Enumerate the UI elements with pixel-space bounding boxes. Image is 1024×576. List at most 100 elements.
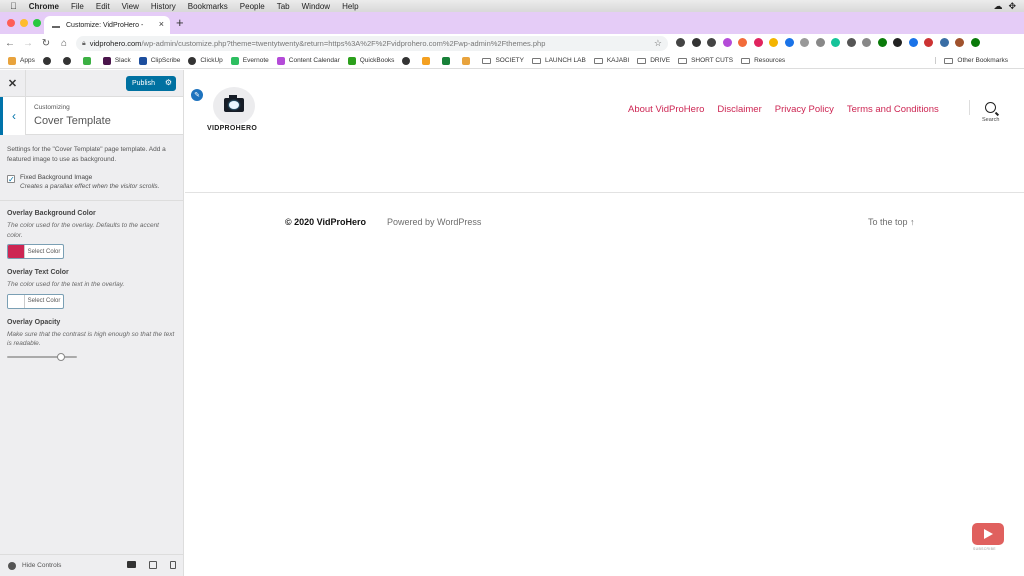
extension-icon[interactable] xyxy=(769,38,778,47)
maximize-window-button[interactable] xyxy=(33,19,41,27)
apple-menu-icon[interactable]:  xyxy=(10,1,17,11)
extension-icon[interactable] xyxy=(738,38,747,47)
extension-icon[interactable] xyxy=(877,38,887,47)
hide-controls-label[interactable]: Hide Controls xyxy=(22,562,61,569)
close-window-button[interactable] xyxy=(7,19,15,27)
primary-menu: About VidProHero Disclaimer Privacy Poli… xyxy=(628,104,939,115)
extension-icon[interactable] xyxy=(924,38,933,47)
overlay-bg-title: Overlay Background Color xyxy=(7,210,96,217)
mobile-preview-icon[interactable] xyxy=(170,561,176,569)
overlay-bg-color-button[interactable]: Select Color xyxy=(7,244,64,259)
new-tab-button[interactable]: + xyxy=(176,15,184,30)
extension-icon[interactable] xyxy=(908,38,918,47)
bookmark-item[interactable]: Apps xyxy=(8,56,35,65)
bookmark-item[interactable] xyxy=(42,56,55,65)
fixed-background-checkbox[interactable]: ✓ xyxy=(7,175,15,184)
bookmark-item[interactable] xyxy=(402,56,414,65)
bookmark-label: ClickUp xyxy=(200,57,223,64)
bookmark-item[interactable]: Content Calendar xyxy=(276,56,340,65)
extension-icon[interactable] xyxy=(893,38,902,47)
menu-edit[interactable]: Edit xyxy=(96,2,110,11)
bookmark-item[interactable] xyxy=(422,56,434,65)
overlay-opacity-slider[interactable] xyxy=(7,352,77,361)
folder-icon xyxy=(678,57,688,64)
extension-icon[interactable] xyxy=(676,38,685,47)
extension-icon[interactable] xyxy=(722,38,732,47)
back-arrow-icon[interactable]: ← xyxy=(2,38,18,49)
close-customizer-icon[interactable]: ✕ xyxy=(0,70,26,97)
publish-button[interactable]: Publish ⚙ xyxy=(126,76,176,91)
menu-people[interactable]: People xyxy=(240,2,265,11)
extension-icon[interactable] xyxy=(862,38,871,47)
bookmark-item[interactable] xyxy=(62,56,75,65)
extension-icon[interactable] xyxy=(800,38,809,47)
menu-bookmarks[interactable]: Bookmarks xyxy=(188,2,228,11)
bookmark-item[interactable]: SHORT CUTS xyxy=(678,57,733,64)
creative-cloud-icon[interactable]: ☁ xyxy=(993,1,1002,12)
nav-disclaimer[interactable]: Disclaimer xyxy=(717,104,761,115)
powered-by-link[interactable]: Powered by WordPress xyxy=(387,217,481,227)
extension-icon[interactable] xyxy=(784,38,794,47)
fixed-background-label[interactable]: Fixed Background Image xyxy=(20,174,159,181)
bookmark-item[interactable]: SOCIETY xyxy=(482,57,524,64)
bookmark-star-icon[interactable]: ☆ xyxy=(654,38,662,49)
to-the-top-link[interactable]: To the top ↑ xyxy=(868,217,915,227)
back-chevron-icon[interactable]: ‹ xyxy=(0,97,26,135)
menu-app-name[interactable]: Chrome xyxy=(29,2,59,11)
address-bar[interactable]: 🔒︎ vidprohero.com /wp-admin/customize.ph… xyxy=(76,36,668,51)
bookmark-item[interactable]: LAUNCH LAB xyxy=(531,57,586,64)
extension-icon[interactable] xyxy=(691,38,701,47)
bookmark-item[interactable]: ClickUp xyxy=(188,56,223,65)
menu-help[interactable]: Help xyxy=(342,2,358,11)
search-toggle[interactable]: Search xyxy=(982,102,999,123)
bookmark-item[interactable]: Resources xyxy=(741,57,785,64)
bookmark-item[interactable] xyxy=(82,56,95,65)
copyright[interactable]: © 2020 VidProHero xyxy=(285,217,366,227)
extension-icon[interactable] xyxy=(753,38,763,47)
menu-history[interactable]: History xyxy=(151,2,176,11)
menu-tab[interactable]: Tab xyxy=(277,2,290,11)
bookmark-item[interactable]: Evernote xyxy=(230,56,269,65)
section-header: ‹ Customizing Cover Template xyxy=(0,97,183,135)
tab-close-icon[interactable]: × xyxy=(159,19,164,29)
bookmark-item[interactable]: Slack xyxy=(102,56,131,65)
tablet-preview-icon[interactable] xyxy=(149,561,157,569)
slider-handle[interactable] xyxy=(56,352,65,361)
reload-icon[interactable]: ↻ xyxy=(38,38,54,49)
nav-about[interactable]: About VidProHero xyxy=(628,104,704,115)
browser-tab[interactable]: Customize: VidProHero - × xyxy=(44,16,170,34)
nav-terms[interactable]: Terms and Conditions xyxy=(847,104,939,115)
dropbox-icon[interactable]: ✥ xyxy=(1008,1,1016,12)
menu-window[interactable]: Window xyxy=(302,2,330,11)
home-icon[interactable]: ⌂ xyxy=(56,38,72,49)
evernote-icon xyxy=(230,56,239,65)
desktop-preview-icon[interactable] xyxy=(127,561,136,568)
bookmark-item[interactable]: KAJABI xyxy=(593,57,629,64)
menu-file[interactable]: File xyxy=(71,2,84,11)
hide-controls-icon[interactable] xyxy=(8,561,16,570)
bookmark-item[interactable] xyxy=(462,56,474,65)
bookmark-label: ClipScribe xyxy=(150,57,181,64)
youtube-subscribe-icon[interactable] xyxy=(972,523,1004,545)
extension-icon[interactable] xyxy=(846,38,856,47)
minimize-window-button[interactable] xyxy=(20,19,28,27)
gear-icon[interactable]: ⚙ xyxy=(165,78,172,87)
extension-icon[interactable] xyxy=(815,38,825,47)
macos-menubar:  Chrome File Edit View History Bookmark… xyxy=(0,0,1024,12)
extension-icon[interactable] xyxy=(831,38,840,47)
bookmark-label: Content Calendar xyxy=(288,57,340,64)
extension-icon[interactable] xyxy=(970,38,980,47)
nav-privacy[interactable]: Privacy Policy xyxy=(775,104,834,115)
extension-icon[interactable] xyxy=(707,38,716,47)
overlay-text-color-button[interactable]: Select Color xyxy=(7,293,64,309)
edit-shortcut-pencil-icon[interactable]: ✎ xyxy=(190,88,204,102)
forward-arrow-icon[interactable]: → xyxy=(20,38,36,49)
other-bookmarks[interactable]: Other Bookmarks xyxy=(935,57,1008,64)
extension-icon[interactable] xyxy=(955,38,964,47)
extension-icon[interactable] xyxy=(939,38,949,47)
menu-view[interactable]: View xyxy=(122,2,139,11)
bookmark-item[interactable]: QuickBooks xyxy=(347,56,394,65)
bookmark-item[interactable]: ClipScribe xyxy=(138,56,181,65)
bookmark-item[interactable] xyxy=(442,56,454,65)
bookmark-item[interactable]: DRIVE xyxy=(637,57,670,64)
